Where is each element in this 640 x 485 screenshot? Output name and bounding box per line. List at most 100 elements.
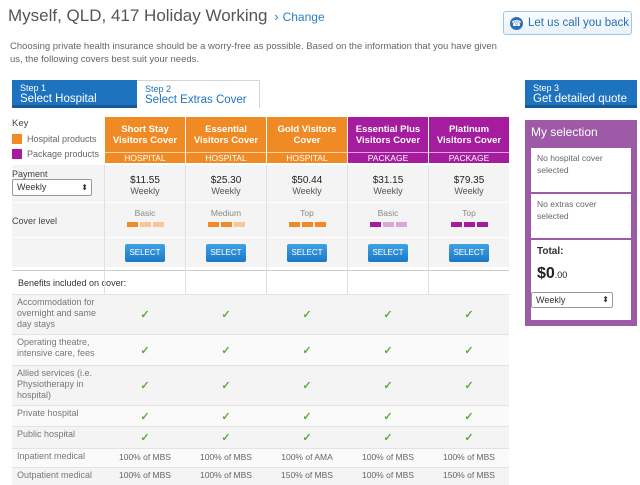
included-check-icon: ✓	[140, 432, 150, 444]
payment-frequency-select[interactable]: Weekly ⬍	[12, 179, 92, 196]
included-check-icon: ✓	[140, 309, 150, 321]
included-check-icon: ✓	[221, 380, 231, 392]
price-value: $31.15	[372, 175, 404, 186]
cover-level-bar	[126, 222, 138, 227]
key-hospital: Hospital products	[12, 134, 104, 144]
benefit-coverage-value: 100% of MBS	[362, 470, 414, 480]
payment-frequency-value: Weekly	[17, 182, 47, 192]
page-title-text: Myself, QLD, 417 Holiday Working	[8, 6, 268, 25]
price-frequency: Weekly	[130, 186, 160, 196]
price-value: $25.30	[210, 175, 242, 186]
cover-level-bar	[476, 222, 488, 227]
selection-frequency-value: Weekly	[536, 295, 566, 305]
select-product-button[interactable]: SELECT	[449, 244, 489, 262]
selected-extras-text: No extras cover selected	[537, 199, 597, 221]
product-type-tag: HOSPITAL	[105, 152, 185, 163]
select-product-button[interactable]: SELECT	[368, 244, 408, 262]
price-frequency: Weekly	[211, 186, 241, 196]
benefit-label: Operating theatre, intensive care, fees	[17, 337, 95, 358]
product-price: $79.35 Weekly	[429, 175, 509, 196]
included-check-icon: ✓	[302, 380, 312, 392]
callback-label: Let us call you back	[528, 17, 630, 29]
product-type-tag: HOSPITAL	[186, 152, 266, 163]
package-swatch	[12, 149, 22, 159]
benefit-label: Allied services (i.e. Physiotherapy in h…	[17, 368, 93, 400]
tab-step-1[interactable]: Step 1 Select Hospital	[12, 80, 137, 108]
benefits-title: Benefits included on cover:	[18, 278, 127, 288]
key-legend: Key Hospital products Package products	[12, 118, 104, 159]
key-package: Package products	[12, 149, 104, 159]
included-check-icon: ✓	[221, 345, 231, 357]
product-header: Gold Visitors Cover	[267, 117, 347, 152]
product-price: $50.44 Weekly	[267, 175, 347, 196]
selected-hospital-box: No hospital cover selected	[531, 148, 631, 192]
included-check-icon: ✓	[302, 432, 312, 444]
cover-level-text: Basic	[134, 208, 156, 218]
price-frequency: Weekly	[292, 186, 322, 196]
included-check-icon: ✓	[140, 411, 150, 423]
step-2-label: Select Extras Cover	[145, 94, 247, 106]
product-price: $25.30 Weekly	[186, 175, 266, 196]
cover-level-bar	[463, 222, 475, 227]
cover-level-bars	[186, 222, 266, 227]
product-type-tag: PACKAGE	[429, 152, 509, 163]
included-check-icon: ✓	[140, 345, 150, 357]
cover-level-bar	[382, 222, 394, 227]
cover-level-bar	[220, 222, 232, 227]
selected-hospital-text: No hospital cover selected	[537, 153, 603, 175]
included-check-icon: ✓	[302, 345, 312, 357]
total-dollars: $0	[537, 265, 555, 282]
included-check-icon: ✓	[221, 411, 231, 423]
selection-frequency-select[interactable]: Weekly ⬍	[531, 292, 613, 308]
phone-icon: ☎	[510, 16, 523, 30]
price-frequency: Weekly	[373, 186, 403, 196]
my-selection-title: My selection	[531, 125, 598, 139]
included-check-icon: ✓	[464, 411, 474, 423]
key-package-label: Package products	[27, 149, 100, 159]
step-1-label: Select Hospital	[20, 93, 97, 105]
cover-level-bars	[429, 222, 509, 227]
payment-label: Payment	[12, 169, 48, 179]
cover-level-bar	[152, 222, 164, 227]
key-title: Key	[12, 118, 29, 129]
included-check-icon: ✓	[221, 309, 231, 321]
select-arrows-icon: ⬍	[602, 295, 609, 304]
product-header: Essential Plus Visitors Cover	[348, 117, 428, 152]
included-check-icon: ✓	[383, 432, 393, 444]
select-product-button[interactable]: SELECT	[287, 244, 327, 262]
benefit-coverage-value: 100% of MBS	[200, 452, 252, 462]
benefit-coverage-value: 100% of MBS	[119, 452, 171, 462]
tab-step-3[interactable]: Step 3 Get detailed quote	[525, 80, 637, 108]
callback-button[interactable]: ☎ Let us call you back	[503, 11, 632, 35]
cover-level-bar	[450, 222, 462, 227]
my-selection-panel: My selection No hospital cover selected …	[525, 120, 637, 326]
benefit-coverage-value: 100% of MBS	[362, 452, 414, 462]
hospital-swatch	[12, 134, 22, 144]
cover-level-bar	[395, 222, 407, 227]
benefit-label: Public hospital	[17, 429, 76, 439]
benefit-coverage-value: 100% of AMA	[281, 452, 333, 462]
cover-level-bar	[314, 222, 326, 227]
step-3-label: Get detailed quote	[533, 93, 627, 105]
select-product-button[interactable]: SELECT	[125, 244, 165, 262]
change-link[interactable]: Change	[283, 10, 325, 24]
tab-step-2[interactable]: Step 2 Select Extras Cover	[137, 80, 260, 108]
cover-level-text: Medium	[210, 208, 242, 218]
included-check-icon: ✓	[302, 411, 312, 423]
included-check-icon: ✓	[383, 309, 393, 321]
product-price: $11.55 Weekly	[105, 175, 185, 196]
product-type-tag: PACKAGE	[348, 152, 428, 163]
cover-level-bar	[139, 222, 151, 227]
product-price: $31.15 Weekly	[348, 175, 428, 196]
intro-text: Choosing private health insurance should…	[10, 41, 497, 65]
benefit-coverage-value: 100% of MBS	[119, 470, 171, 480]
select-product-button[interactable]: SELECT	[206, 244, 246, 262]
product-header: Short Stay Visitors Cover	[105, 117, 185, 152]
cover-level-bar	[369, 222, 381, 227]
price-value: $79.35	[453, 175, 485, 186]
included-check-icon: ✓	[464, 309, 474, 321]
benefit-label: Inpatient medical	[17, 451, 86, 461]
cover-level-text: Top	[300, 208, 314, 218]
cover-level-bar	[207, 222, 219, 227]
cover-level-bars	[348, 222, 428, 227]
